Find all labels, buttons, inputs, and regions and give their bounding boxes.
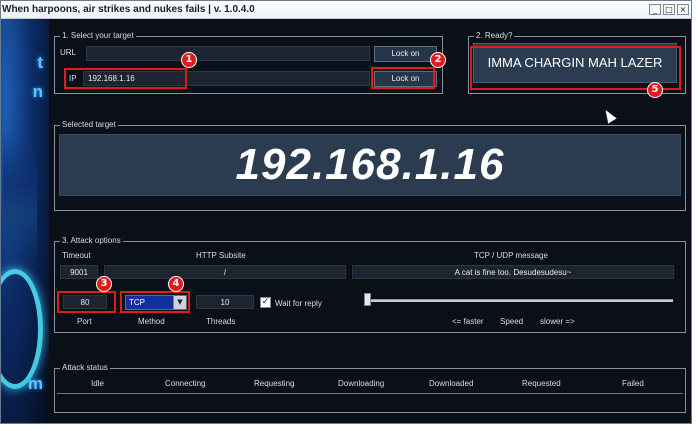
threads-label: Threads bbox=[206, 317, 236, 326]
title-bar: When harpoons, air strikes and nukes fai… bbox=[1, 1, 691, 19]
highlight-lock-on-button bbox=[371, 67, 435, 89]
artwork-glow bbox=[3, 129, 37, 269]
status-idle: Idle bbox=[91, 379, 104, 388]
window-title: When harpoons, air strikes and nukes fai… bbox=[2, 4, 255, 15]
message-label: TCP / UDP message bbox=[474, 251, 548, 260]
speed-slider-track[interactable] bbox=[364, 299, 673, 302]
threads-input[interactable]: 10 bbox=[196, 295, 254, 309]
url-label: URL bbox=[60, 48, 77, 57]
step-badge-2: 2 bbox=[430, 52, 446, 68]
speed-label: Speed bbox=[500, 317, 524, 326]
close-button[interactable]: × bbox=[677, 4, 689, 15]
side-artwork: t n m bbox=[1, 19, 49, 423]
message-input[interactable]: A cat is fine too. Desudesudesu~ bbox=[352, 265, 674, 279]
attack-status-label: Attack status bbox=[60, 363, 110, 372]
mouse-cursor bbox=[601, 107, 617, 124]
selected-target-label: Selected target bbox=[60, 120, 118, 129]
speed-slider-thumb[interactable] bbox=[364, 293, 371, 306]
artwork-letter: n bbox=[32, 82, 43, 101]
step-badge-4: 4 bbox=[168, 276, 184, 292]
url-input[interactable] bbox=[86, 46, 370, 61]
speed-slower-label: slower => bbox=[540, 317, 575, 326]
attack-status-columns: Idle Connecting Requesting Downloading D… bbox=[55, 379, 685, 391]
artwork-letter: m bbox=[27, 374, 43, 393]
status-requesting: Requesting bbox=[254, 379, 295, 388]
status-requested: Requested bbox=[522, 379, 561, 388]
status-downloading: Downloading bbox=[338, 379, 385, 388]
attack-options-group: 3. Attack options Timeout HTTP Subsite T… bbox=[54, 236, 686, 333]
wait-for-reply-label: Wait for reply bbox=[275, 299, 322, 308]
timeout-label: Timeout bbox=[62, 251, 91, 260]
http-subsite-label: HTTP Subsite bbox=[196, 251, 246, 260]
step-badge-1: 1 bbox=[181, 52, 197, 68]
select-target-label: 1. Select your target bbox=[60, 31, 136, 40]
method-label: Method bbox=[138, 317, 165, 326]
artwork-ring bbox=[1, 269, 43, 389]
selected-target-group: Selected target 192.168.1.16 bbox=[54, 120, 686, 211]
http-subsite-input[interactable]: / bbox=[104, 265, 346, 279]
speed-faster-label: <= faster bbox=[452, 317, 484, 326]
highlight-ip-input bbox=[64, 68, 187, 89]
url-lock-on-button[interactable]: Lock on bbox=[374, 46, 437, 62]
step-badge-5: 5 bbox=[647, 82, 663, 98]
step-badge-3: 3 bbox=[96, 276, 112, 292]
wait-for-reply-checkbox[interactable]: ✓ bbox=[260, 297, 271, 308]
status-failed: Failed bbox=[622, 379, 644, 388]
artwork-letter: t bbox=[37, 53, 43, 72]
attack-options-label: 3. Attack options bbox=[60, 236, 123, 245]
port-label: Port bbox=[77, 317, 92, 326]
highlight-port-input bbox=[57, 291, 116, 313]
maximize-button[interactable]: □ bbox=[663, 4, 675, 15]
status-divider bbox=[57, 393, 683, 394]
timeout-input[interactable]: 9001 bbox=[60, 265, 98, 279]
app-window: When harpoons, air strikes and nukes fai… bbox=[0, 0, 692, 424]
status-connecting: Connecting bbox=[165, 379, 206, 388]
highlight-method-select bbox=[120, 291, 190, 313]
ready-label: 2. Ready? bbox=[474, 31, 515, 40]
minimize-button[interactable]: _ bbox=[649, 4, 661, 15]
status-downloaded: Downloaded bbox=[429, 379, 474, 388]
selected-target-display: 192.168.1.16 bbox=[59, 134, 681, 196]
attack-status-group: Attack status Idle Connecting Requesting… bbox=[54, 363, 686, 413]
